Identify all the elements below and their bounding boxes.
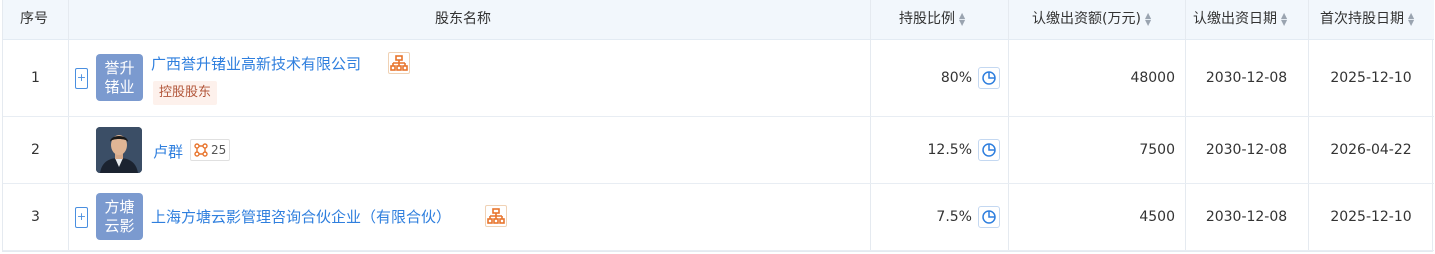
row-index: 1 [31, 70, 40, 86]
subscribed-amount: 4500 [1139, 209, 1175, 225]
subscribed-date: 2030-12-08 [1205, 142, 1288, 158]
first-holding-date: 2025-12-10 [1330, 70, 1412, 86]
pie-chart-icon[interactable] [978, 67, 1000, 89]
sort-icon[interactable]: ▲ ▼ [1281, 12, 1287, 27]
shareholder-name-link[interactable]: 广西誉升锗业高新技术有限公司 [151, 53, 361, 74]
table-row: 1 + 誉升 锗业 广西誉升锗业高新技术有限公司 控股股东 80% 48000 … [3, 40, 1434, 117]
expand-plus-icon[interactable]: + [75, 68, 88, 89]
company-logo: 誉升 锗业 [96, 54, 143, 101]
org-structure-icon[interactable] [485, 205, 507, 227]
relation-badge[interactable]: 25 [190, 139, 231, 161]
header-first-date[interactable]: 首次持股日期 ▲ ▼ [1320, 0, 1414, 40]
subscribed-date: 2030-12-08 [1205, 70, 1288, 86]
header-name: 股东名称 [435, 11, 491, 27]
pie-chart-icon[interactable] [978, 206, 1000, 228]
shareholder-table: 序号 股东名称 持股比例 ▲ ▼ 认缴出资额(万元) ▲ ▼ 认缴出资日期 ▲ ▼ 首次持股… [2, 0, 1434, 252]
shareholder-name-link[interactable]: 卢群 [153, 141, 183, 162]
row-index: 2 [31, 142, 40, 158]
table-row: 3 + 方塘 云影 上海方塘云影管理咨询合伙企业（有限合伙） 7.5% 4500… [3, 184, 1434, 251]
expand-plus-icon[interactable]: + [75, 207, 88, 228]
subscribed-amount: 48000 [1130, 70, 1175, 86]
subscribed-date: 2030-12-08 [1205, 209, 1288, 225]
header-amount[interactable]: 认缴出资额(万元) ▲ ▼ [1032, 0, 1151, 40]
header-ratio[interactable]: 持股比例 ▲ ▼ [899, 0, 965, 40]
header-index: 序号 [20, 11, 48, 27]
first-holding-date: 2025-12-10 [1330, 209, 1412, 225]
org-structure-icon[interactable] [388, 52, 410, 74]
shareholder-name-link[interactable]: 上海方塘云影管理咨询合伙企业（有限合伙） [151, 206, 451, 227]
sort-icon[interactable]: ▲ ▼ [1145, 12, 1151, 27]
table-row: 2 卢群 25 12.5% 7500 2030-12-08 2026-04-22 [3, 117, 1434, 184]
holding-ratio: 80% [940, 70, 972, 86]
relation-count: 25 [211, 143, 227, 157]
pie-chart-icon[interactable] [978, 139, 1000, 161]
company-logo: 方塘 云影 [96, 193, 143, 240]
holding-ratio: 7.5% [936, 209, 972, 225]
header-due-date[interactable]: 认缴出资日期 ▲ ▼ [1193, 0, 1287, 40]
row-index: 3 [31, 209, 40, 225]
holding-ratio: 12.5% [927, 142, 972, 158]
sort-icon[interactable]: ▲ ▼ [1408, 12, 1414, 27]
controlling-shareholder-tag: 控股股东 [153, 81, 218, 105]
first-holding-date: 2026-04-22 [1330, 142, 1412, 158]
subscribed-amount: 7500 [1139, 142, 1175, 158]
avatar [96, 127, 142, 173]
relation-network-icon [193, 142, 209, 158]
sort-icon[interactable]: ▲ ▼ [959, 12, 965, 27]
table-header: 序号 股东名称 持股比例 ▲ ▼ 认缴出资额(万元) ▲ ▼ 认缴出资日期 ▲ ▼ 首次持股… [3, 0, 1434, 40]
